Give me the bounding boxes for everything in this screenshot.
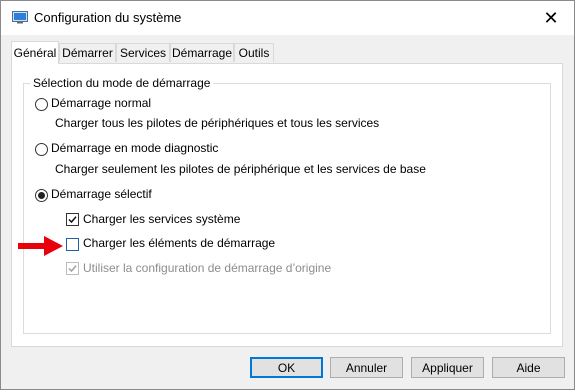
ok-button[interactable]: OK	[250, 357, 323, 378]
normal-startup-description: Charger tous les pilotes de périphérique…	[55, 116, 380, 130]
cancel-button[interactable]: Annuler	[330, 357, 403, 378]
general-tab-panel: Sélection du mode de démarrage Démarrage…	[11, 63, 563, 347]
radio-diagnostic-startup[interactable]	[35, 143, 48, 156]
normal-startup-label[interactable]: Démarrage normal	[51, 96, 151, 110]
help-button[interactable]: Aide	[492, 357, 565, 378]
startup-items-label[interactable]: Charger les éléments de démarrage	[83, 236, 275, 250]
msconfig-icon	[12, 11, 28, 24]
radio-selective-startup[interactable]	[35, 189, 48, 202]
radio-normal-startup[interactable]	[35, 98, 48, 111]
apply-button[interactable]: Appliquer	[411, 357, 484, 378]
startup-selection-group: Sélection du mode de démarrage Démarrage…	[23, 76, 551, 334]
diagnostic-startup-description: Charger seulement les pilotes de périphé…	[55, 162, 426, 176]
checkbox-system-services[interactable]	[66, 213, 79, 226]
checkbox-startup-items[interactable]	[66, 238, 79, 251]
diagnostic-startup-label[interactable]: Démarrage en mode diagnostic	[51, 141, 218, 155]
checkbox-original-boot-config	[66, 262, 79, 275]
tab-demarrer[interactable]: Démarrer	[59, 43, 116, 62]
checkmark-icon	[68, 216, 77, 224]
tab-services[interactable]: Services	[116, 43, 170, 62]
title-bar: Configuration du système ✕	[1, 1, 574, 35]
tab-general[interactable]: Général	[11, 41, 59, 64]
checkmark-icon	[68, 265, 77, 273]
tab-outils[interactable]: Outils	[234, 43, 274, 62]
original-boot-config-label: Utiliser la configuration de démarrage d…	[83, 261, 332, 275]
system-services-label[interactable]: Charger les services système	[83, 212, 240, 226]
group-title: Sélection du mode de démarrage	[30, 76, 214, 90]
system-configuration-window: Configuration du système ✕ Général Démar…	[0, 0, 575, 390]
close-button[interactable]: ✕	[528, 1, 574, 35]
tab-demarrage[interactable]: Démarrage	[170, 43, 234, 62]
red-arrow-icon	[18, 236, 63, 256]
window-title: Configuration du système	[34, 10, 182, 25]
selective-startup-label[interactable]: Démarrage sélectif	[51, 187, 152, 201]
